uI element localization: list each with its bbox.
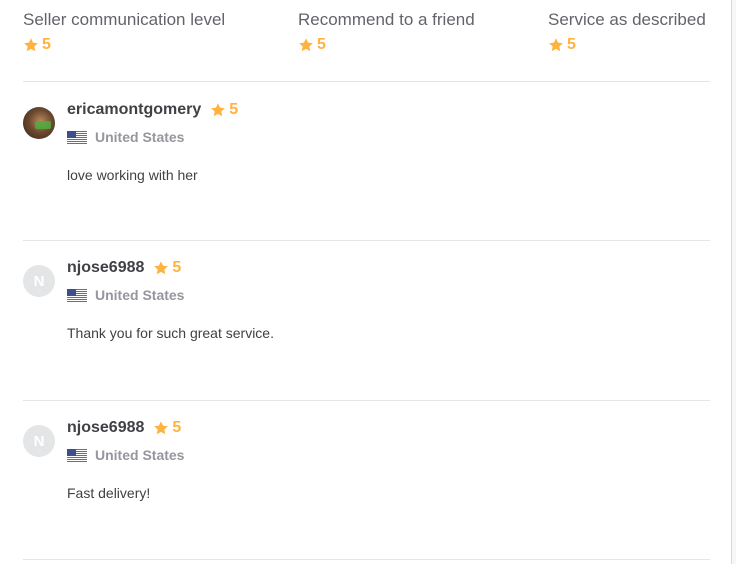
review-score: 5 (153, 259, 181, 277)
rating-score: 5 (23, 36, 225, 54)
divider (23, 400, 710, 401)
star-icon (153, 420, 169, 436)
review-text: love working with her (67, 167, 198, 183)
us-flag-icon (67, 448, 87, 462)
scrollbar[interactable] (731, 0, 736, 564)
divider (23, 81, 710, 82)
reviews-page: Seller communication level 5 Recommend t… (0, 0, 736, 564)
star-icon (548, 37, 564, 53)
star-icon (23, 37, 39, 53)
avatar-photo-detail (35, 121, 51, 129)
rating-score: 5 (298, 36, 475, 54)
review-score-value: 5 (172, 419, 182, 436)
rating-score: 5 (548, 36, 706, 54)
ratings-summary: Seller communication level 5 Recommend t… (23, 8, 713, 68)
review-text: Thank you for such great service. (67, 325, 274, 341)
star-icon (153, 260, 169, 276)
rating-seller-communication: Seller communication level 5 (23, 8, 225, 54)
rating-score-value: 5 (317, 36, 326, 53)
review-header: ericamontgomery 5 (67, 101, 238, 119)
reviewer-username[interactable]: njose6988 (67, 259, 144, 277)
avatar[interactable]: N (23, 425, 55, 457)
rating-title: Recommend to a friend (298, 10, 475, 29)
rating-score-value: 5 (567, 36, 576, 53)
review-score: 5 (210, 101, 238, 119)
review-score: 5 (153, 419, 181, 437)
star-icon (210, 102, 226, 118)
reviewer-username[interactable]: ericamontgomery (67, 101, 201, 119)
rating-score-value: 5 (42, 36, 51, 53)
review-header: njose6988 5 (67, 259, 181, 277)
divider (23, 240, 710, 241)
avatar[interactable]: N (23, 265, 55, 297)
reviewer-country: United States (67, 287, 184, 303)
rating-service-as-described: Service as described 5 (548, 8, 706, 54)
reviewer-country: United States (67, 447, 184, 463)
reviewer-country: United States (67, 129, 184, 145)
review-text: Fast delivery! (67, 485, 151, 501)
reviewer-username[interactable]: njose6988 (67, 419, 144, 437)
rating-recommend: Recommend to a friend 5 (298, 8, 475, 54)
review-score-value: 5 (172, 259, 182, 276)
review-score-value: 5 (229, 101, 239, 118)
divider (23, 559, 710, 560)
avatar[interactable] (23, 107, 55, 139)
us-flag-icon (67, 130, 87, 144)
rating-title: Seller communication level (23, 10, 226, 29)
country-name: United States (95, 447, 185, 463)
star-icon (298, 37, 314, 53)
rating-title: Service as described (548, 10, 706, 29)
us-flag-icon (67, 288, 87, 302)
review-header: njose6988 5 (67, 419, 181, 437)
country-name: United States (95, 287, 185, 303)
country-name: United States (95, 129, 185, 145)
